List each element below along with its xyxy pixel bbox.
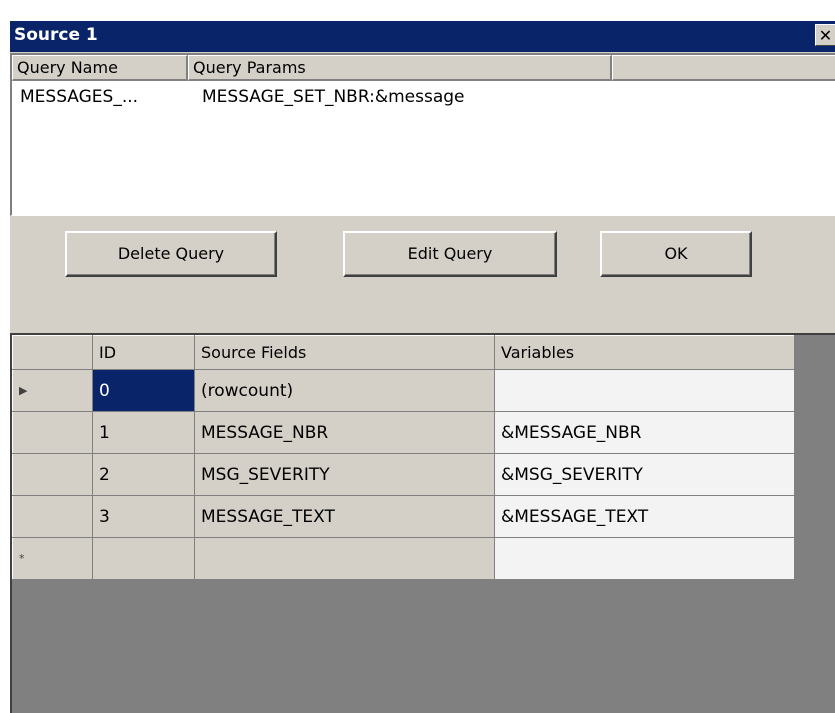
column-header-query-name[interactable]: Query Name (12, 55, 188, 81)
title-bar[interactable]: Source 1 ✕ (10, 21, 835, 52)
column-header-query-params[interactable]: Query Params (188, 55, 612, 81)
grid-header-row: ID Source Fields Variables (12, 335, 795, 370)
id-cell[interactable]: 1 (92, 411, 195, 454)
grid-header-source-fields[interactable]: Source Fields (194, 335, 495, 370)
id-cell[interactable]: 3 (92, 495, 195, 538)
grid-corner-header[interactable] (12, 335, 93, 370)
new-row-asterisk-icon[interactable]: * (12, 537, 93, 580)
row-header[interactable] (12, 411, 93, 454)
source-field-cell[interactable]: (rowcount) (194, 369, 495, 412)
id-cell[interactable]: 2 (92, 453, 195, 496)
variable-cell[interactable]: &MSG_SEVERITY (494, 453, 795, 496)
source-field-cell[interactable]: MSG_SEVERITY (194, 453, 495, 496)
delete-query-button[interactable]: Delete Query (65, 231, 277, 277)
source-dialog: Source 1 ✕ Query Name Query Params MESSA… (8, 19, 835, 713)
table-row[interactable]: ▶ 0 (rowcount) (12, 369, 795, 412)
variable-cell[interactable] (494, 369, 795, 412)
source-field-cell[interactable] (194, 537, 495, 580)
grid-header-variables[interactable]: Variables (494, 335, 795, 370)
query-list-header: Query Name Query Params (12, 55, 835, 81)
variable-cell[interactable] (494, 537, 795, 580)
column-header-empty[interactable] (612, 55, 835, 81)
query-params-cell: MESSAGE_SET_NBR:&message (202, 87, 465, 107)
table-row[interactable]: 1 MESSAGE_NBR &MESSAGE_NBR (12, 411, 795, 454)
new-row[interactable]: * (12, 537, 795, 580)
row-header[interactable] (12, 495, 93, 538)
ok-button[interactable]: OK (600, 231, 752, 277)
id-cell[interactable] (92, 537, 195, 580)
query-list-item[interactable]: MESSAGES_... MESSAGE_SET_NBR:&message (12, 87, 835, 109)
variable-cell[interactable]: &MESSAGE_NBR (494, 411, 795, 454)
grid-header-id[interactable]: ID (92, 335, 195, 370)
id-cell[interactable]: 0 (92, 369, 195, 412)
edit-query-button[interactable]: Edit Query (343, 231, 557, 277)
query-name-cell: MESSAGES_... (20, 87, 139, 107)
field-grid-table: ID Source Fields Variables ▶ 0 (rowcount… (12, 335, 795, 580)
source-field-cell[interactable]: MESSAGE_TEXT (194, 495, 495, 538)
source-field-cell[interactable]: MESSAGE_NBR (194, 411, 495, 454)
table-row[interactable]: 2 MSG_SEVERITY &MSG_SEVERITY (12, 453, 795, 496)
dialog-title: Source 1 (14, 25, 98, 45)
table-row[interactable]: 3 MESSAGE_TEXT &MESSAGE_TEXT (12, 495, 795, 538)
row-header[interactable] (12, 453, 93, 496)
field-grid: ID Source Fields Variables ▶ 0 (rowcount… (10, 333, 835, 713)
query-list[interactable]: Query Name Query Params MESSAGES_... MES… (10, 53, 835, 216)
current-row-arrow-icon[interactable]: ▶ (12, 369, 93, 412)
close-icon[interactable]: ✕ (815, 24, 835, 46)
variable-cell[interactable]: &MESSAGE_TEXT (494, 495, 795, 538)
